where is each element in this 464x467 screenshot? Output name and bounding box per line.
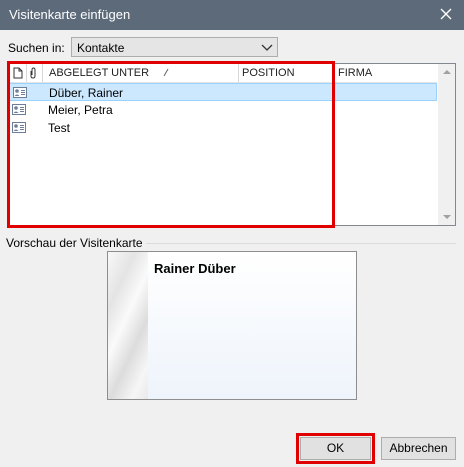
search-in-dropdown[interactable]: Kontakte (71, 37, 278, 57)
list-item[interactable]: Test (9, 119, 437, 137)
vertical-scrollbar[interactable] (438, 64, 455, 225)
preview-label: Vorschau der Visitenkarte (6, 236, 143, 250)
list-item[interactable]: Meier, Petra (9, 101, 437, 119)
card-contact-name: Rainer Düber (154, 261, 236, 276)
list-item[interactable]: Düber, Rainer (9, 83, 437, 101)
contact-card-icon (13, 87, 27, 98)
window-title: Visitenkarte einfügen (9, 7, 131, 22)
column-header-company[interactable]: FIRMA (338, 64, 372, 82)
chevron-down-icon (261, 44, 273, 51)
business-card-preview: Rainer Düber (107, 251, 357, 400)
title-bar: Visitenkarte einfügen (0, 0, 464, 30)
scroll-down-icon[interactable] (443, 215, 451, 219)
cancel-button[interactable]: Abbrechen (381, 437, 456, 460)
header-separator (26, 64, 27, 82)
card-decoration (108, 252, 148, 399)
contact-name: Düber, Rainer (49, 86, 124, 100)
column-header-filed-under[interactable]: ABGELEGT UNTER (49, 64, 149, 82)
scroll-up-icon[interactable] (443, 70, 451, 74)
paperclip-icon[interactable] (29, 67, 37, 79)
header-separator (238, 64, 239, 82)
contact-card-icon (12, 104, 26, 115)
header-separator (334, 64, 335, 82)
preview-divider (146, 243, 456, 244)
document-icon[interactable] (13, 67, 23, 79)
contact-name: Meier, Petra (48, 103, 113, 117)
close-icon[interactable] (436, 4, 456, 24)
contact-name: Test (48, 121, 71, 135)
header-separator (42, 64, 43, 82)
sort-indicator-icon (163, 68, 169, 77)
contact-card-icon (12, 122, 26, 133)
insert-business-card-dialog: Visitenkarte einfügen Suchen in: Kontakt… (0, 0, 464, 467)
contact-list[interactable]: ABGELEGT UNTER POSITION FIRMA Düber, Rai… (8, 63, 456, 226)
list-header: ABGELEGT UNTER POSITION FIRMA (9, 64, 437, 83)
search-in-label: Suchen in: (8, 41, 65, 55)
ok-button[interactable]: OK (300, 437, 371, 460)
search-in-value: Kontakte (77, 41, 125, 55)
column-header-position[interactable]: POSITION (242, 64, 295, 82)
